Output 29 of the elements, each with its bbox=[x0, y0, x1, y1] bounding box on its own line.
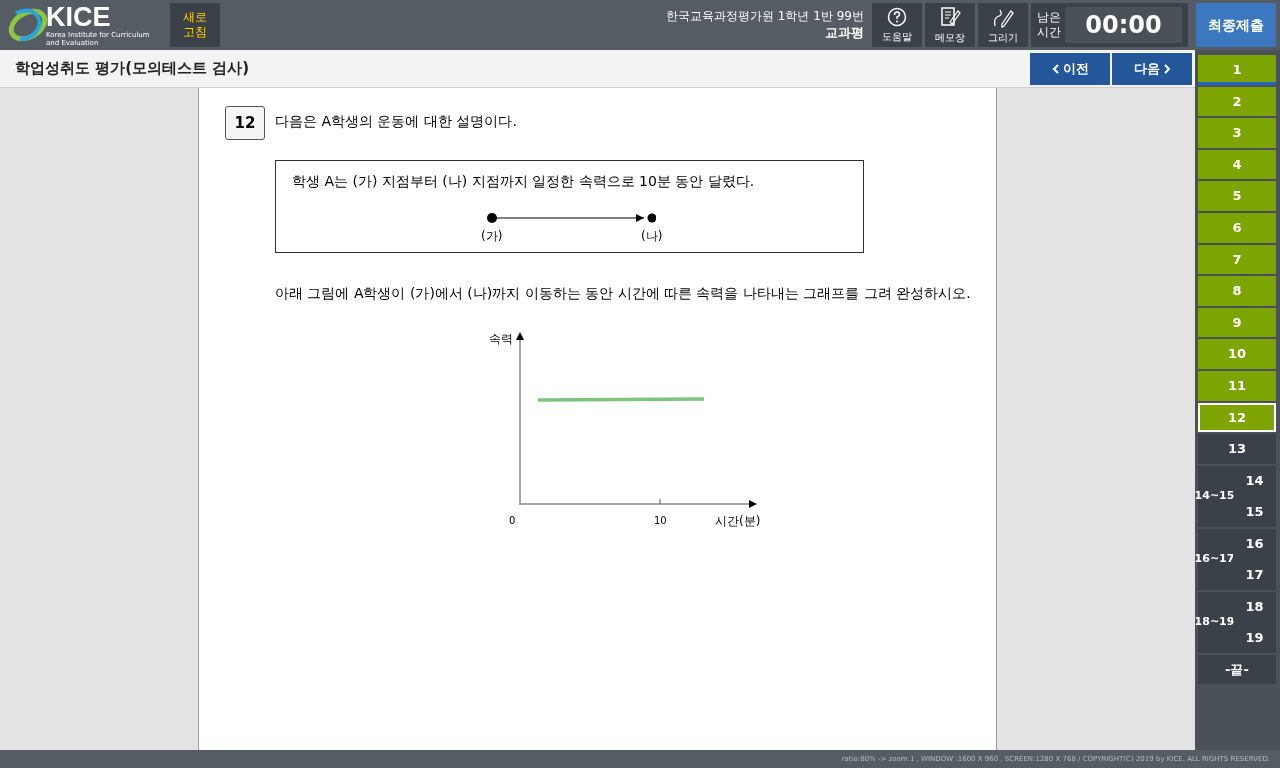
timer-value: 00:00 bbox=[1065, 7, 1182, 43]
refresh-button[interactable]: 새로 고침 bbox=[170, 3, 220, 47]
point-label: (가) bbox=[481, 228, 503, 245]
submit-button[interactable]: 최종제출 bbox=[1196, 3, 1276, 47]
point-label: (나) bbox=[641, 228, 663, 245]
question-number: 12 bbox=[225, 106, 265, 140]
axis-label: 시간(분) bbox=[715, 513, 761, 530]
exam-title: 학업성취도 평가(모의테스트 검사) bbox=[15, 58, 251, 80]
help-icon bbox=[887, 6, 907, 27]
previous-button[interactable]: 이전 bbox=[1030, 52, 1110, 85]
question-instruction: 아래 그림에 A학생이 (가)에서 (나)까지 이동하는 동안 시간에 따른 속력을 나타내는 그래프를 그려 완성하시오. bbox=[275, 284, 972, 303]
subject-name: 교과평 bbox=[825, 24, 864, 42]
tool-button[interactable]: 그리기 bbox=[978, 3, 1028, 47]
timer-label: 남은 시간 bbox=[1037, 10, 1061, 40]
tick-label: 0 bbox=[509, 514, 516, 528]
examinee-info: 한국교육과정평가원 1학년 1반 99번 bbox=[666, 8, 864, 24]
next-button[interactable]: 다음 bbox=[1112, 52, 1192, 85]
question-nav-item[interactable]: 13 bbox=[1198, 434, 1276, 464]
notepad-icon bbox=[939, 5, 961, 28]
tool-button[interactable]: 도움말 bbox=[872, 3, 922, 47]
axis-label: 속력 bbox=[489, 331, 513, 348]
question-nav-item[interactable]: -끝- bbox=[1198, 654, 1276, 685]
question-prompt: 다음은 A학생의 운동에 대한 설명이다. bbox=[275, 112, 517, 131]
chevron-right-icon bbox=[1163, 63, 1171, 74]
tool-button[interactable]: 메모장 bbox=[925, 3, 975, 47]
tick-label: 10 bbox=[654, 514, 667, 528]
description-text: 학생 A는 (가) 지점부터 (나) 지점까지 일정한 속력으로 10분 동안 달렸다. bbox=[292, 172, 755, 191]
chevron-left-icon bbox=[1051, 63, 1059, 74]
logo-text: KICE bbox=[46, 3, 111, 31]
